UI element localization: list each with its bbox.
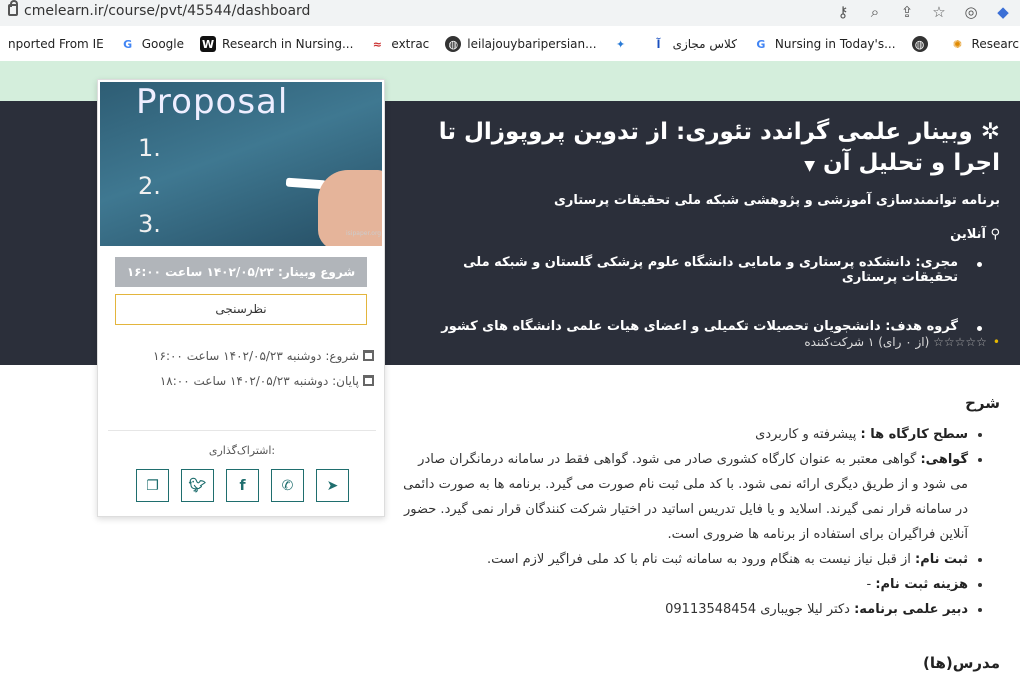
image-word: Proposal <box>136 82 289 122</box>
rating-text: (از ۰ رای) ۱ شرکت‌کننده <box>804 335 930 349</box>
course-location: ⚲ آنلاین <box>950 227 1000 242</box>
facebook-icon[interactable]: f <box>226 469 259 502</box>
bookmark-item[interactable]: G Google <box>112 30 192 58</box>
list-item: دبیر علمی برنامه: دکتر لیلا جویباری 0911… <box>400 597 968 622</box>
url-field[interactable]: cmelearn.ir/course/pvt/45544/dashboard <box>8 0 311 19</box>
image-word: 1. <box>138 134 161 162</box>
item-value: پیشرفته و کاربردی <box>755 427 857 442</box>
start-date-text: شروع: دوشنبه ۱۴۰۲/۰۵/۲۳ ساعت ۱۶:۰۰ <box>153 349 359 363</box>
survey-button[interactable]: نظرسنجی <box>115 294 367 325</box>
telegram-icon[interactable]: ➤ <box>316 469 349 502</box>
google-icon: G <box>123 37 133 51</box>
calendar-icon <box>363 350 374 361</box>
bookmark-item[interactable]: ≈ extrac <box>361 30 437 58</box>
share-buttons: ❐ 🐦︎ f ✆ ➤ <box>136 469 349 502</box>
item-label: گواهی: <box>920 452 968 467</box>
section-heading: شرح <box>965 394 1000 412</box>
twitter-icon[interactable]: 🐦︎ <box>181 469 214 502</box>
bookmark-label: nported From IE <box>8 37 104 51</box>
webinar-card: Proposal 1. 2. 3. isipaper.org شروع وبین… <box>97 79 385 517</box>
star-rating-icon[interactable]: ☆☆☆☆☆ <box>933 335 987 349</box>
list-item: سطح کارگاه ها : پیشرفته و کاربردی <box>400 422 968 447</box>
list-item: ثبت نام: از قبل نیاز نیست به هنگام ورود … <box>400 547 968 572</box>
whatsapp-icon[interactable]: ✆ <box>271 469 304 502</box>
item-value: - <box>866 577 872 592</box>
course-rating: • ☆☆☆☆☆ (از ۰ رای) ۱ شرکت‌کننده <box>804 335 1000 349</box>
scribble-icon: ≈ <box>372 37 383 51</box>
bookmark-item[interactable]: nported From IE <box>0 30 112 58</box>
divider <box>108 430 376 431</box>
item-label: دبیر علمی برنامه: <box>854 602 968 617</box>
end-date-text: پایان: دوشنبه ۱۴۰۲/۰۵/۲۳ ساعت ۱۸:۰۰ <box>159 374 359 388</box>
google-icon: G <box>756 37 766 51</box>
bookmark-label: extrac <box>391 37 430 51</box>
item-value: دکتر لیلا جویباری 09113548454 <box>665 602 850 617</box>
location-text: آنلاین <box>950 227 986 242</box>
item-label: ثبت نام: <box>915 552 968 567</box>
url-text: cmelearn.ir/course/pvt/45544/dashboard <box>24 3 311 19</box>
bookmark-label: leilajouybaripersian... <box>467 37 597 51</box>
bookmark-label: Google <box>141 37 185 51</box>
start-date-line: شروع: دوشنبه ۱۴۰۲/۰۵/۲۳ ساعت ۱۶:۰۰ <box>153 344 374 369</box>
item-value: گواهی معتبر به عنوان کارگاه کشوری صادر م… <box>403 452 968 542</box>
browser-tools: ⚷ ⌕ ⇪ ☆ ◎ ◆ <box>834 3 1012 21</box>
caret-down-icon[interactable]: ▼ <box>804 158 815 174</box>
extension-icon[interactable]: ◎ <box>962 3 980 21</box>
description-list: سطح کارگاه ها : پیشرفته و کاربردی گواهی:… <box>400 422 1000 622</box>
bird-icon: ✦ <box>615 37 626 51</box>
bookmark-label: کلاس مجازی <box>672 37 737 51</box>
list-item: هزینه ثبت نام: - <box>400 572 968 597</box>
image-watermark: isipaper.org <box>346 230 382 237</box>
lock-icon <box>8 0 18 16</box>
list-item: گروه هدف: دانشجویان تحصیلات تکمیلی و اعض… <box>420 319 1000 334</box>
bookmark-item[interactable]: ◍ <box>904 30 942 58</box>
sun-icon: ✺ <box>952 37 963 51</box>
bookmark-label: ResearcherID.com <box>971 37 1020 51</box>
image-word: 3. <box>138 210 161 238</box>
item-label: هزینه ثبت نام: <box>875 577 968 592</box>
list-item: مجری: دانشکده پرستاری و مامایی دانشگاه ع… <box>420 255 1000 285</box>
end-date-line: پایان: دوشنبه ۱۴۰۲/۰۵/۲۳ ساعت ۱۸:۰۰ <box>153 369 374 394</box>
bookmark-label: Research in Nursing... <box>222 37 354 51</box>
calendar-icon <box>363 375 374 386</box>
item-value: از قبل نیاز نیست به هنگام ورود به سامانه… <box>487 552 911 567</box>
share-icon[interactable]: ⇪ <box>898 3 916 21</box>
webinar-start-box: شروع وبینار: ۱۴۰۲/۰۵/۲۳ ساعت ۱۶:۰۰ <box>115 257 367 287</box>
image-word: 2. <box>138 172 161 200</box>
location-pin-icon: ⚲ <box>990 227 1000 242</box>
bookmark-item[interactable]: ✦ <box>605 30 643 58</box>
bookmark-item[interactable]: آ کلاس مجازی <box>643 30 745 58</box>
globe-icon: ◍ <box>445 36 462 52</box>
bookmark-label: Nursing in Today's... <box>774 37 896 51</box>
gear-icon[interactable]: ✲ <box>981 119 1000 145</box>
list-item: گواهی: گواهی معتبر به عنوان کارگاه کشوری… <box>400 447 968 547</box>
w-logo-icon: W <box>200 36 217 52</box>
webinar-dates: شروع: دوشنبه ۱۴۰۲/۰۵/۲۳ ساعت ۱۶:۰۰ پایان… <box>153 344 374 394</box>
share-label: اشتراک‌گذاری: <box>208 444 276 457</box>
zoom-icon[interactable]: ⌕ <box>866 3 884 21</box>
bookmarks-bar: nported From IE G Google W Research in Nur… <box>0 30 1020 58</box>
bookmark-item[interactable]: W Research in Nursing... <box>192 30 361 58</box>
key-icon[interactable]: ⚷ <box>834 3 852 21</box>
course-title[interactable]: ✲ وبینار علمی گراندد تئوری: از تدوین پرو… <box>400 117 1000 182</box>
bookmark-item[interactable]: G Nursing in Today's... <box>745 30 904 58</box>
item-label: سطح کارگاه ها : <box>860 427 968 442</box>
course-subtitle: برنامه توانمندسازی آموزشی و پژوهشی شبکه … <box>553 193 1000 208</box>
course-image: Proposal 1. 2. 3. isipaper.org <box>100 82 382 246</box>
copy-link-icon[interactable]: ❐ <box>136 469 169 502</box>
course-description: شرح سطح کارگاه ها : پیشرفته و کاربردی گو… <box>400 394 1000 622</box>
teachers-heading: مدرس(ها) <box>922 654 1000 672</box>
address-bar[interactable]: cmelearn.ir/course/pvt/45544/dashboard ⚷… <box>0 0 1020 26</box>
ayeh-icon: آ <box>656 37 661 51</box>
shield-icon[interactable]: ◆ <box>994 3 1012 21</box>
course-title-text: وبینار علمی گراندد تئوری: از تدوین پروپو… <box>438 119 1000 176</box>
bookmark-item[interactable]: ✺ ResearcherID.com <box>942 30 1020 58</box>
bookmark-item[interactable]: ◍ leilajouybaripersian... <box>437 30 604 58</box>
course-info-list: مجری: دانشکده پرستاری و مامایی دانشگاه ع… <box>420 255 1000 334</box>
star-icon[interactable]: ☆ <box>930 3 948 21</box>
bullet-icon: • <box>992 335 1000 349</box>
globe-icon: ◍ <box>911 36 928 52</box>
